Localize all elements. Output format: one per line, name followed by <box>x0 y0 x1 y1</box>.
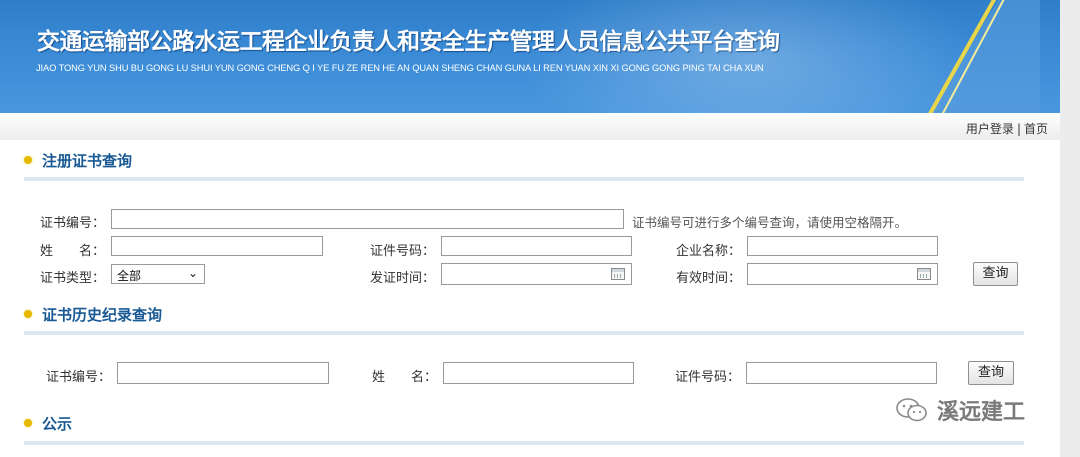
history-name-input[interactable] <box>443 362 634 384</box>
history-section-title: 证书历史纪录查询 <box>42 306 163 324</box>
register-section-title: 注册证书查询 <box>42 152 133 170</box>
cert-type-label: 证书类型： <box>40 271 106 286</box>
cert-type-select[interactable]: 全部 ⌄ <box>111 264 205 284</box>
issue-date-input[interactable] <box>441 263 632 285</box>
cert-no-input[interactable] <box>111 209 624 229</box>
id-number-label: 证件号码： <box>370 244 436 259</box>
company-input[interactable] <box>747 236 938 256</box>
notice-section-title: 公示 <box>42 415 73 433</box>
watermark-text: 溪远建工 <box>937 400 1026 425</box>
section-divider <box>24 441 1024 445</box>
page-title: 交通运输部公路水运工程企业负责人和安全生产管理人员信息公共平台查询 <box>37 29 780 55</box>
chevron-down-icon: ⌄ <box>187 266 198 280</box>
cert-no-hint: 证书编号可进行多个编号查询，请使用空格隔开。 <box>632 215 908 230</box>
top-links: 用户登录 | 首页 <box>966 120 1048 137</box>
wechat-icon <box>896 398 927 422</box>
history-id-label: 证件号码： <box>675 370 741 385</box>
section-divider <box>24 331 1024 335</box>
valid-date-input[interactable] <box>747 263 938 285</box>
bullet-icon <box>24 419 32 427</box>
road-illustration <box>928 0 1040 113</box>
valid-date-label: 有效时间： <box>676 271 742 286</box>
header-banner: 交通运输部公路水运工程企业负责人和安全生产管理人员信息公共平台查询 JIAO T… <box>0 0 1080 113</box>
link-separator: | <box>1016 122 1021 136</box>
cert-no-label: 证书编号： <box>40 216 106 231</box>
history-query-button[interactable]: 查询 <box>968 361 1014 385</box>
page-subtitle-pinyin: JIAO TONG YUN SHU BU GONG LU SHUI YUN GO… <box>36 63 764 73</box>
name-label: 姓 名： <box>40 244 106 259</box>
calendar-icon[interactable] <box>611 268 625 280</box>
bullet-icon <box>24 310 32 318</box>
right-gutter <box>1060 113 1080 457</box>
company-label: 企业名称： <box>676 244 742 259</box>
login-link[interactable]: 用户登录 <box>966 122 1014 136</box>
cert-type-selected: 全部 <box>117 269 142 283</box>
history-name-label: 姓 名： <box>372 370 438 385</box>
register-query-button[interactable]: 查询 <box>973 262 1018 286</box>
history-cert-no-label: 证书编号： <box>46 370 112 385</box>
history-cert-no-input[interactable] <box>117 362 329 384</box>
history-id-input[interactable] <box>746 362 937 384</box>
top-link-bar: 用户登录 | 首页 <box>0 113 1060 140</box>
id-number-input[interactable] <box>441 236 632 256</box>
name-input[interactable] <box>111 236 323 256</box>
banner-right-strip <box>1060 0 1080 113</box>
section-divider <box>24 177 1024 181</box>
home-link[interactable]: 首页 <box>1024 122 1048 136</box>
calendar-icon[interactable] <box>917 268 931 280</box>
bullet-icon <box>24 156 32 164</box>
issue-date-label: 发证时间： <box>370 271 436 286</box>
